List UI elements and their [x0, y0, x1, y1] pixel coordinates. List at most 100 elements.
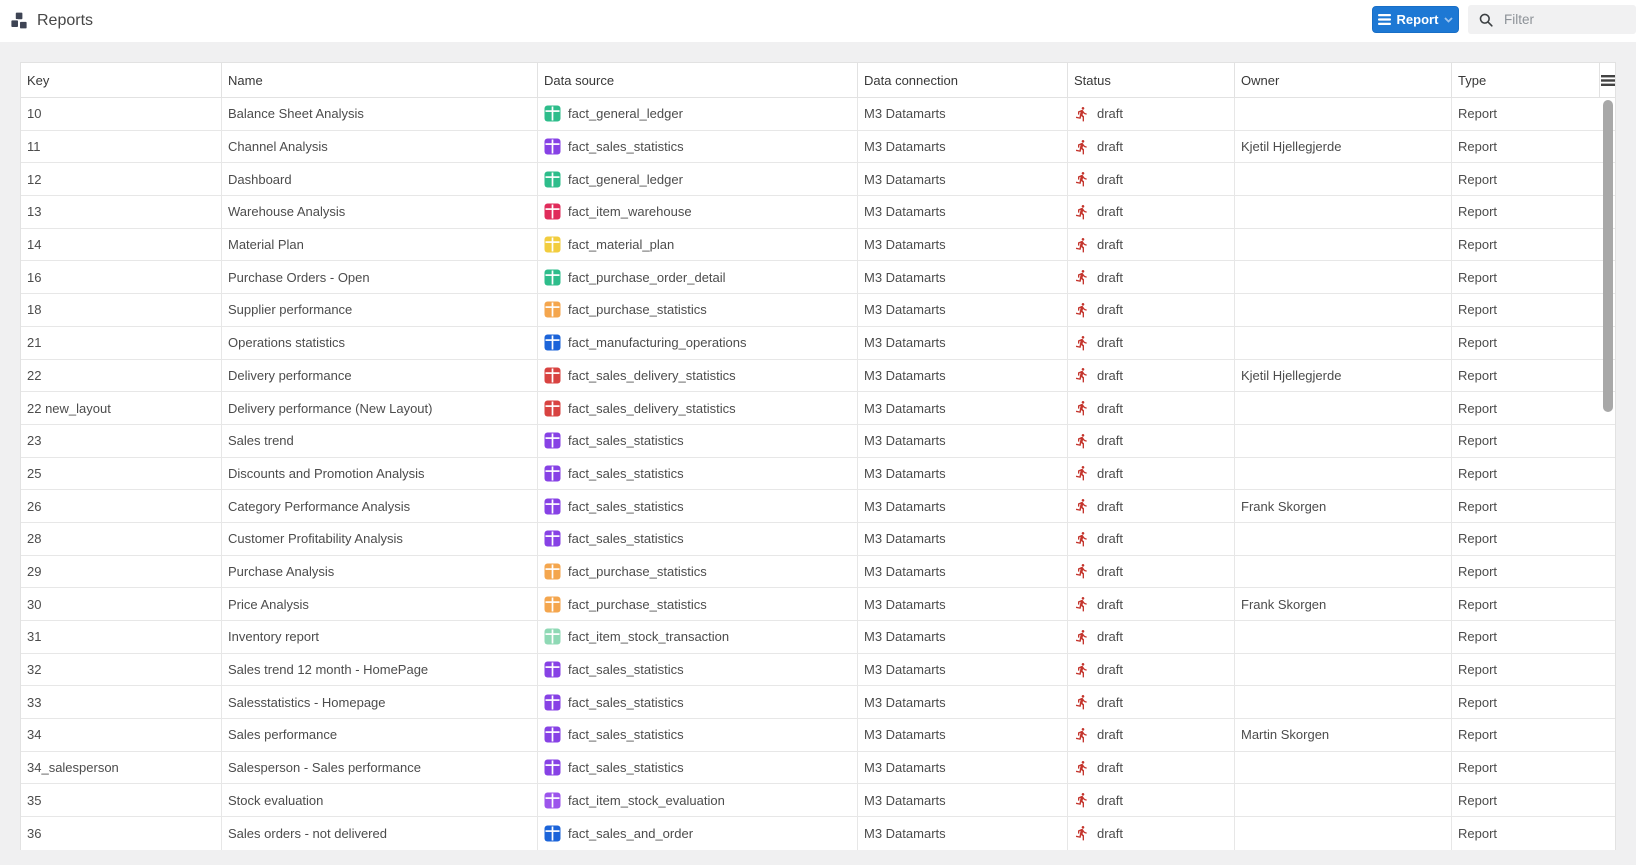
cell-status: draft — [1068, 653, 1235, 686]
cell-data-source: fact_item_stock_evaluation — [538, 784, 858, 817]
table-row[interactable]: 29 Purchase Analysis fact_purchase_stati… — [21, 555, 1615, 589]
table-row[interactable]: 14 Material Plan fact_material_plan M3 D… — [21, 228, 1615, 262]
table-row[interactable]: 16 Purchase Orders - Open fact_purchase_… — [21, 261, 1615, 295]
runner-icon — [1074, 302, 1090, 318]
table-row[interactable]: 26 Category Performance Analysis fact_sa… — [21, 490, 1615, 523]
row-scroll-gutter — [1600, 784, 1615, 816]
row-scroll-gutter — [1600, 752, 1615, 784]
cell-type: Report — [1458, 237, 1498, 253]
status-label: draft — [1097, 302, 1124, 318]
column-header-owner[interactable]: Owner — [1235, 63, 1452, 97]
cell-type: Report — [1458, 662, 1498, 678]
cell-type: Report — [1458, 139, 1498, 155]
cell-status: draft — [1068, 490, 1235, 522]
cell-key: 30 — [21, 588, 222, 620]
cell-type: Report — [1458, 204, 1498, 220]
table-row[interactable]: 31 Inventory report fact_item_stock_tran… — [21, 621, 1615, 654]
status-label: draft — [1097, 335, 1124, 351]
cell-status: draft — [1068, 196, 1235, 228]
cell-key: 11 — [21, 130, 222, 163]
column-header-name[interactable]: Name — [222, 63, 538, 97]
filter-input[interactable] — [1502, 11, 1621, 28]
table-row[interactable]: 12 Dashboard fact_general_ledger M3 Data… — [21, 163, 1615, 197]
cell-owner — [1235, 457, 1452, 490]
cell-name: Customer Profitability Analysis — [222, 522, 538, 555]
table-row[interactable]: 18 Supplier performance fact_purchase_st… — [21, 294, 1615, 327]
table-row[interactable]: 23 Sales trend fact_sales_statistics M3 … — [21, 424, 1615, 458]
runner-icon — [1074, 106, 1090, 122]
cell-key: 10 — [21, 98, 222, 130]
cell-key: 33 — [21, 686, 222, 719]
table-row[interactable]: 34 Sales performance fact_sales_statisti… — [21, 719, 1615, 752]
status-label: draft — [1097, 171, 1124, 187]
cell-type: Report — [1458, 269, 1498, 285]
runner-icon — [1074, 237, 1090, 253]
table-row[interactable]: 21 Operations statistics fact_manufactur… — [21, 326, 1615, 360]
cell-status: draft — [1068, 588, 1235, 620]
table-row[interactable]: 33 Salesstatistics - Homepage fact_sales… — [21, 686, 1615, 720]
menu-icon — [1377, 14, 1391, 25]
table-row[interactable]: 28 Customer Profitability Analysis fact_… — [21, 522, 1615, 556]
status-label: draft — [1097, 596, 1124, 612]
cell-type: Report — [1458, 825, 1498, 841]
table-row[interactable]: 13 Warehouse Analysis fact_item_warehous… — [21, 196, 1615, 229]
cell-key: 22 new_layout — [21, 392, 222, 424]
table-row[interactable]: 22 new_layout Delivery performance (New … — [21, 392, 1615, 425]
column-header-key[interactable]: Key — [21, 63, 222, 97]
cell-key: 34_salesperson — [21, 751, 222, 784]
table-row[interactable]: 32 Sales trend 12 month - HomePage fact_… — [21, 653, 1615, 687]
data-source-name: fact_sales_and_order — [568, 825, 694, 841]
table-row[interactable]: 22 Delivery performance fact_sales_deliv… — [21, 359, 1615, 393]
table-columns-menu-button[interactable] — [1600, 63, 1615, 97]
runner-icon — [1074, 269, 1090, 285]
table-row[interactable]: 35 Stock evaluation fact_item_stock_eval… — [21, 784, 1615, 818]
table-row[interactable]: 25 Discounts and Promotion Analysis fact… — [21, 457, 1615, 491]
runner-icon — [1074, 662, 1090, 678]
column-header-data-source[interactable]: Data source — [538, 63, 858, 97]
cell-name: Sales trend — [222, 424, 538, 457]
report-button[interactable]: Report — [1372, 6, 1459, 33]
table-row[interactable]: 30 Price Analysis fact_purchase_statisti… — [21, 588, 1615, 621]
status-label: draft — [1097, 400, 1124, 416]
runner-icon — [1074, 400, 1090, 416]
table-grid-icon — [544, 661, 561, 678]
runner-icon — [1074, 367, 1090, 383]
column-header-status[interactable]: Status — [1068, 63, 1235, 97]
status-label: draft — [1097, 498, 1124, 514]
row-scroll-gutter — [1600, 490, 1615, 522]
cell-name: Channel Analysis — [222, 130, 538, 163]
cell-owner: Frank Skorgen — [1235, 490, 1452, 522]
status-label: draft — [1097, 237, 1124, 253]
runner-icon — [1074, 531, 1090, 547]
table-row[interactable]: 34_salesperson Salesperson - Sales perfo… — [21, 751, 1615, 785]
cell-data-connection: M3 Datamarts — [858, 163, 1068, 196]
cell-data-source: fact_sales_statistics — [538, 719, 858, 751]
cell-data-connection: M3 Datamarts — [858, 555, 1068, 588]
column-header-data-connection[interactable]: Data connection — [858, 63, 1068, 97]
table-grid-icon — [544, 498, 561, 515]
runner-icon — [1074, 792, 1090, 808]
table-grid-icon — [544, 400, 561, 417]
runner-icon — [1074, 433, 1090, 449]
cell-name: Price Analysis — [222, 588, 538, 620]
cubes-logo-icon — [8, 10, 30, 32]
table-row[interactable]: 10 Balance Sheet Analysis fact_general_l… — [21, 98, 1615, 131]
cell-status: draft — [1068, 522, 1235, 555]
vertical-scrollbar-thumb[interactable] — [1603, 100, 1613, 412]
table-grid-icon — [544, 596, 561, 613]
table-row[interactable]: 11 Channel Analysis fact_sales_statistic… — [21, 130, 1615, 164]
table-row[interactable]: 36 Sales orders - not delivered fact_sal… — [21, 817, 1615, 850]
column-header-type[interactable]: Type — [1452, 63, 1600, 97]
runner-icon — [1074, 139, 1090, 155]
table-grid-icon — [544, 726, 561, 743]
cell-owner: Frank Skorgen — [1235, 588, 1452, 620]
filter-box — [1468, 5, 1636, 34]
cell-key: 23 — [21, 424, 222, 457]
runner-icon — [1074, 825, 1090, 841]
runner-icon — [1074, 760, 1090, 776]
cell-data-source: fact_sales_delivery_statistics — [538, 359, 858, 392]
cell-data-source: fact_sales_delivery_statistics — [538, 392, 858, 424]
cell-name: Salesstatistics - Homepage — [222, 686, 538, 719]
data-source-name: fact_manufacturing_operations — [568, 335, 747, 351]
status-label: draft — [1097, 792, 1124, 808]
